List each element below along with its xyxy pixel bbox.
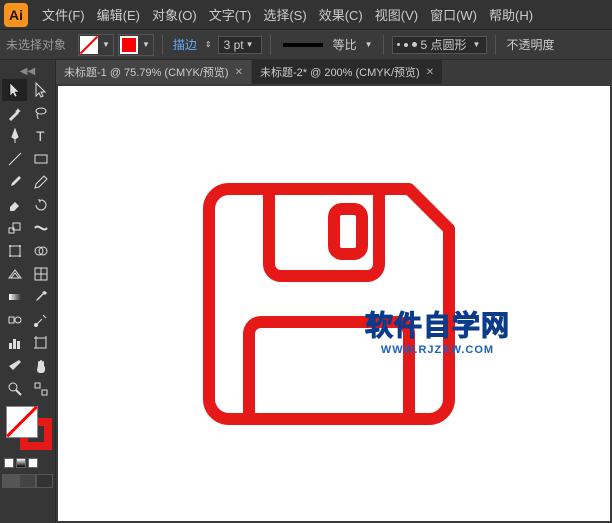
free-transform-tool[interactable] [2,240,27,262]
line-tool[interactable] [2,148,27,170]
brush-preview-icon [397,42,417,47]
pencil-tool[interactable] [28,171,53,193]
fill-swatch[interactable]: ▼ [78,34,114,56]
hand-tool[interactable] [28,355,53,377]
pen-tool[interactable] [2,125,27,147]
menu-object[interactable]: 对象(O) [146,5,203,24]
menu-window[interactable]: 窗口(W) [424,5,483,24]
color-mode-none[interactable] [28,458,38,468]
print-tiling-tool[interactable] [28,378,53,400]
mesh-tool[interactable] [28,263,53,285]
eraser-tool[interactable] [2,194,27,216]
zoom-tool[interactable] [2,378,27,400]
panel-collapse-icon[interactable]: ◀◀ [2,64,53,79]
draw-normal[interactable] [2,474,19,488]
eyedropper-tool[interactable] [28,286,53,308]
type-tool[interactable]: T [28,125,53,147]
brush-name: 5 点圆形 [421,36,467,53]
color-mode-color[interactable] [4,458,14,468]
close-icon[interactable]: ✕ [235,67,243,78]
dropdown-icon: ▼ [140,40,152,49]
canvas[interactable]: 软件自学网 WWW.RJZXW.COM [58,86,610,521]
rectangle-tool[interactable] [28,148,53,170]
lasso-tool[interactable] [28,102,53,124]
shape-builder-tool[interactable] [28,240,53,262]
menu-bar: Ai 文件(F) 编辑(E) 对象(O) 文字(T) 选择(S) 效果(C) 视… [0,0,612,30]
artboard-tool[interactable] [28,332,53,354]
slice-tool[interactable] [2,355,27,377]
opacity-label[interactable]: 不透明度 [506,36,554,53]
menu-file[interactable]: 文件(F) [36,5,91,24]
document-tabs: 未标题-1 @ 75.79% (CMYK/预览) ✕ 未标题-2* @ 200%… [56,60,612,84]
stroke-swatch-preview [120,36,138,54]
rotate-tool[interactable] [28,194,53,216]
stroke-weight-field[interactable]: 3 pt▼ [218,36,262,54]
tab-doc-1[interactable]: 未标题-1 @ 75.79% (CMYK/预览) ✕ [56,60,251,84]
stroke-preview [283,43,323,47]
scale-tool[interactable] [2,217,27,239]
workspace: 未标题-1 @ 75.79% (CMYK/预览) ✕ 未标题-2* @ 200%… [56,60,612,523]
stroke-label[interactable]: 描边 [173,36,197,53]
uniform-label[interactable]: 等比 [333,36,357,53]
column-graph-tool[interactable] [2,332,27,354]
watermark: 软件自学网 WWW.RJZXW.COM [365,304,510,356]
blend-tool[interactable] [2,309,27,331]
paintbrush-tool[interactable] [2,171,27,193]
stroke-stepper-icon[interactable]: ⇕ [203,40,214,49]
brush-field[interactable]: 5 点圆形 ▼ [392,36,488,54]
color-swatches[interactable] [2,404,53,454]
fill-swatch-preview [80,36,98,54]
dropdown-icon: ▼ [363,40,375,49]
draw-behind[interactable] [19,474,36,488]
width-tool[interactable] [28,217,53,239]
tab-doc-2[interactable]: 未标题-2* @ 200% (CMYK/预览) ✕ [252,60,442,84]
fill-color-big[interactable] [6,406,38,438]
tool-panel: ◀◀ T [0,60,56,523]
separator [383,35,384,55]
color-mode-row [2,456,53,470]
perspective-grid-tool[interactable] [2,263,27,285]
dropdown-icon: ▼ [471,40,483,49]
direct-selection-tool[interactable] [28,79,53,101]
watermark-url: WWW.RJZXW.COM [365,344,510,356]
svg-text:T: T [36,128,45,144]
screen-mode-row [2,474,53,488]
watermark-title: 软件自学网 [365,304,510,344]
separator [270,35,271,55]
tab-label: 未标题-1 @ 75.79% (CMYK/预览) [64,64,229,80]
color-mode-gradient[interactable] [16,458,26,468]
menu-view[interactable]: 视图(V) [369,5,424,24]
menu-effect[interactable]: 效果(C) [313,5,369,24]
gradient-tool[interactable] [2,286,27,308]
magic-wand-tool[interactable] [2,102,27,124]
stroke-swatch[interactable]: ▼ [118,34,154,56]
separator [495,35,496,55]
draw-inside[interactable] [36,474,53,488]
main-area: ◀◀ T [0,60,612,523]
dropdown-icon: ▼ [100,40,112,49]
separator [162,35,163,55]
symbol-sprayer-tool[interactable] [28,309,53,331]
selection-status: 未选择对象 [6,36,66,53]
menu-help[interactable]: 帮助(H) [483,5,539,24]
selection-tool[interactable] [2,79,27,101]
menu-edit[interactable]: 编辑(E) [91,5,146,24]
control-bar: 未选择对象 ▼ ▼ 描边 ⇕ 3 pt▼ 等比 ▼ 5 点圆形 ▼ 不透明度 [0,30,612,60]
tab-label: 未标题-2* @ 200% (CMYK/预览) [260,64,420,80]
app-logo: Ai [4,3,28,27]
close-icon[interactable]: ✕ [426,67,434,78]
menu-select[interactable]: 选择(S) [257,5,312,24]
menu-type[interactable]: 文字(T) [203,5,258,24]
